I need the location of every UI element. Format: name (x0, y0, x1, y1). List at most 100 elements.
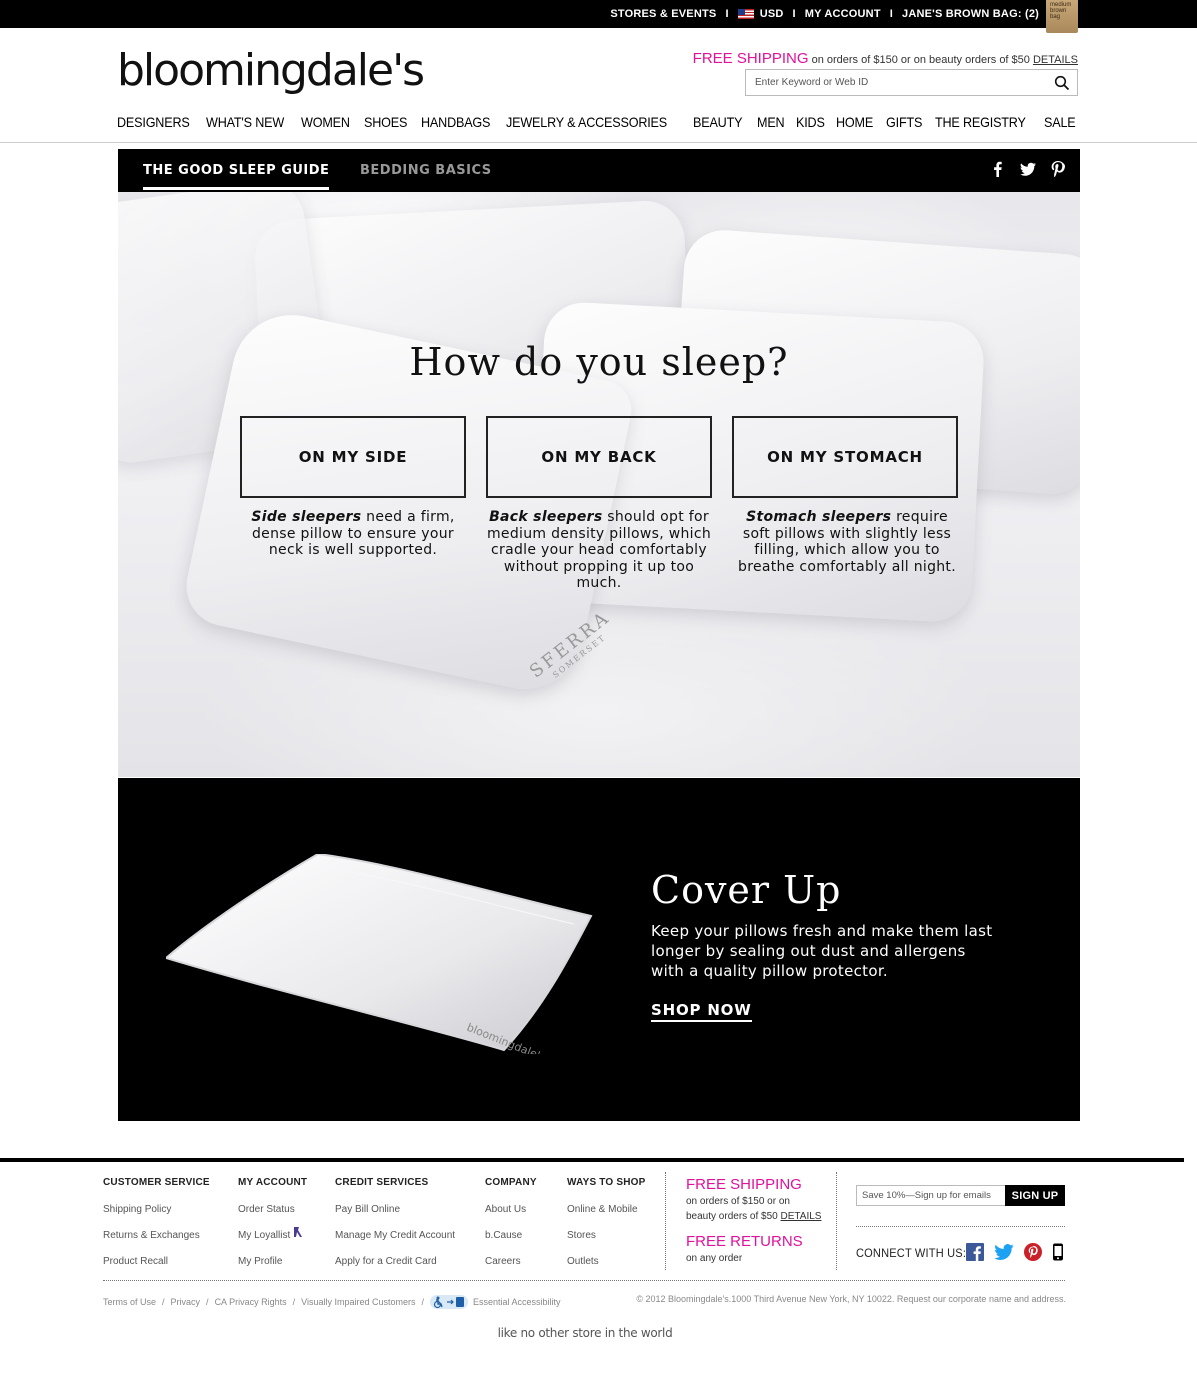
online-mobile-link[interactable]: Online & Mobile (567, 1204, 646, 1215)
tab-good-sleep-guide[interactable]: THE GOOD SLEEP GUIDE (143, 163, 330, 190)
separator: / (421, 1297, 425, 1307)
stores-events-link[interactable]: STORES & EVENTS (610, 8, 716, 20)
stores-link[interactable]: Stores (567, 1230, 646, 1241)
separator: I (725, 8, 729, 20)
about-us-link[interactable]: About Us (485, 1204, 537, 1215)
my-profile-link[interactable]: My Profile (238, 1256, 307, 1267)
logo[interactable]: bloomingdale's (117, 46, 425, 96)
nav-home[interactable]: HOME (836, 114, 873, 130)
footer-col-my-account: MY ACCOUNT Order Status My Loyallist My … (238, 1177, 307, 1282)
cover-up-title: Cover Up (651, 868, 842, 912)
accessibility-icon[interactable] (430, 1294, 470, 1310)
shipping-promo: FREE SHIPPING on orders of $150 or on be… (693, 50, 1078, 67)
nav-gifts[interactable]: GIFTS (886, 114, 922, 130)
shipping-policy-link[interactable]: Shipping Policy (103, 1204, 210, 1215)
returns-link[interactable]: Returns & Exchanges (103, 1230, 210, 1241)
order-status-link[interactable]: Order Status (238, 1204, 307, 1215)
my-account-link[interactable]: MY ACCOUNT (805, 8, 881, 20)
twitter-icon[interactable] (1020, 161, 1036, 177)
copyright-text: © 2012 Bloomingdale's.1000 Third Avenue … (636, 1294, 1066, 1304)
footer-col-company: COMPANY About Us b.Cause Careers (485, 1177, 537, 1282)
shipping-detail-text: on orders of $150 or on beauty orders of… (808, 54, 1033, 66)
sign-up-button[interactable]: SIGN UP (1005, 1185, 1065, 1206)
ca-privacy-link[interactable]: CA Privacy Rights (215, 1297, 287, 1307)
footer-shipping-details-link[interactable]: DETAILS (781, 1211, 822, 1222)
brown-bag-icon-text: medium brown bag (1050, 2, 1072, 20)
nav-beauty[interactable]: BEAUTY (693, 114, 743, 130)
nav-shoes[interactable]: SHOES (364, 114, 407, 130)
nav-whats-new[interactable]: WHAT'S NEW (206, 114, 284, 130)
twitter-icon[interactable] (994, 1243, 1014, 1261)
footer-free-shipping-title: FREE SHIPPING (686, 1176, 802, 1193)
on-my-back-button[interactable]: ON MY BACK (486, 416, 712, 498)
terms-link[interactable]: Terms of Use (103, 1297, 156, 1307)
pinterest-icon[interactable] (1024, 1243, 1042, 1261)
currency-link[interactable]: USD (760, 8, 784, 20)
nav-registry[interactable]: THE REGISTRY (935, 114, 1026, 130)
essential-accessibility-link[interactable]: Essential Accessibility (473, 1297, 561, 1307)
main-nav: DESIGNERS WHAT'S NEW WOMEN SHOES HANDBAG… (117, 114, 1079, 130)
shop-now-link[interactable]: SHOP NOW (651, 1001, 752, 1022)
outlets-link[interactable]: Outlets (567, 1256, 646, 1267)
footer-col-title: CUSTOMER SERVICE (103, 1177, 210, 1188)
privacy-link[interactable]: Privacy (171, 1297, 201, 1307)
my-loyallist-row: My Loyallist (238, 1227, 307, 1241)
brown-bag-icon[interactable]: medium brown bag (1046, 0, 1078, 33)
nav-sale[interactable]: SALE (1044, 114, 1076, 130)
pinterest-icon[interactable] (1050, 161, 1066, 177)
footer-divider-dotted (836, 1172, 837, 1270)
side-sleeper-lead: Side sleepers (251, 509, 362, 525)
separator: / (206, 1297, 209, 1307)
separator: / (292, 1297, 296, 1307)
careers-link[interactable]: Careers (485, 1256, 537, 1267)
back-sleeper-description: Back sleepers should opt for medium dens… (486, 509, 712, 592)
footer-col-title: MY ACCOUNT (238, 1177, 308, 1188)
brown-bag-link[interactable]: JANE'S BROWN BAG: (2) (902, 8, 1039, 20)
cover-up-promo: bloomingdale's Cover Up Keep your pillow… (118, 778, 1080, 1121)
on-my-stomach-button[interactable]: ON MY STOMACH (732, 416, 958, 498)
search-input[interactable] (746, 70, 1036, 95)
shipping-details-link[interactable]: DETAILS (1033, 54, 1078, 66)
mobile-icon[interactable] (1052, 1243, 1064, 1261)
nav-women[interactable]: WOMEN (301, 114, 350, 130)
on-my-side-button[interactable]: ON MY SIDE (240, 416, 466, 498)
bcause-link[interactable]: b.Cause (485, 1230, 537, 1241)
separator: / (162, 1297, 165, 1307)
footer-shipping-line2-row: beauty orders of $50 DETAILS (686, 1209, 821, 1224)
email-signup-input[interactable]: Save 10%—Sign up for emails (856, 1185, 1006, 1206)
facebook-icon[interactable] (966, 1243, 984, 1261)
nav-jewelry[interactable]: JEWELRY & ACCESSORIES (506, 114, 667, 130)
legal-links: Terms of Use / Privacy / CA Privacy Rights… (103, 1294, 561, 1310)
back-sleeper-lead: Back sleepers (489, 509, 603, 525)
footer-col-title: COMPANY (485, 1177, 537, 1188)
tab-bedding-basics[interactable]: BEDDING BASICS (360, 163, 492, 178)
product-recall-link[interactable]: Product Recall (103, 1256, 210, 1267)
cover-up-text: Keep your pillows fresh and make them la… (651, 922, 993, 980)
nav-men[interactable]: MEN (757, 114, 785, 130)
sleep-guide-tabs: THE GOOD SLEEP GUIDE BEDDING BASICS (118, 149, 1080, 192)
footer-divider-dotted (856, 1226, 1065, 1227)
manage-credit-link[interactable]: Manage My Credit Account (335, 1230, 455, 1241)
pay-bill-link[interactable]: Pay Bill Online (335, 1204, 455, 1215)
separator: I (792, 8, 796, 20)
facebook-icon[interactable] (990, 161, 1006, 177)
search-icon[interactable] (1054, 75, 1070, 91)
footer-col-title: WAYS TO SHOP (567, 1177, 646, 1188)
footer-free-returns-title: FREE RETURNS (686, 1233, 803, 1250)
apply-credit-link[interactable]: Apply for a Credit Card (335, 1256, 455, 1267)
hero-title: How do you sleep? (409, 340, 789, 384)
footer-shipping-line1: on orders of $150 or on (686, 1196, 790, 1207)
footer-col-customer-service: CUSTOMER SERVICE Shipping Policy Returns… (103, 1177, 210, 1282)
nav-kids[interactable]: KIDS (796, 114, 825, 130)
pillow-protector-image[interactable]: bloomingdale's (166, 854, 596, 1054)
nav-handbags[interactable]: HANDBAGS (421, 114, 490, 130)
connect-label: CONNECT WITH US: (856, 1246, 967, 1260)
visually-impaired-link[interactable]: Visually Impaired Customers (301, 1297, 415, 1307)
my-loyallist-link[interactable]: My Loyallist (238, 1230, 290, 1241)
hero-sleep-positions: SFERRA SOMERSET How do you sleep? ON MY … (118, 192, 1080, 777)
nav-divider (0, 142, 1197, 143)
footer-divider (0, 1158, 1184, 1162)
footer-returns-text: on any order (686, 1253, 743, 1264)
us-flag-icon[interactable] (737, 9, 754, 19)
nav-designers[interactable]: DESIGNERS (117, 114, 190, 130)
